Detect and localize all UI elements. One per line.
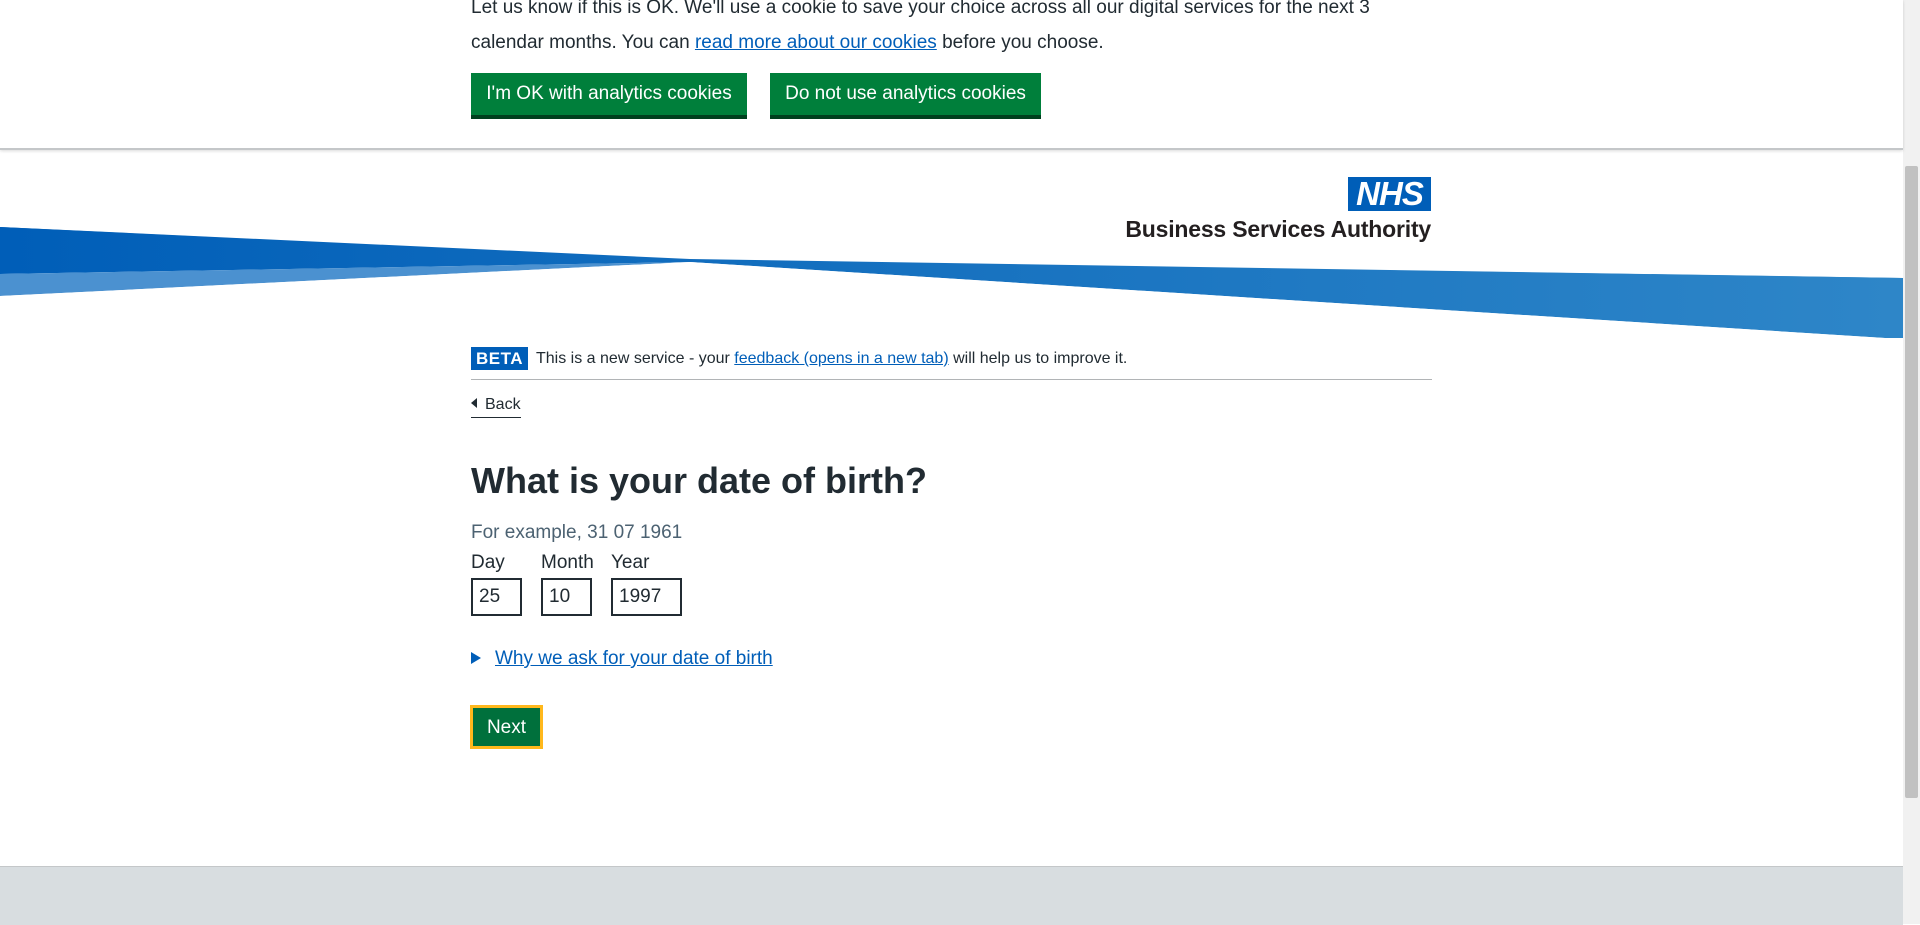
day-label: Day [471, 552, 505, 573]
cookie-banner-text: Let us know if this is OK. We'll use a c… [471, 0, 1411, 60]
year-label: Year [611, 552, 650, 573]
back-arrow-icon [471, 398, 477, 408]
beta-text-end: will help us to improve it. [948, 350, 1128, 367]
cookie-banner: Let us know if this is OK. We'll use a c… [0, 0, 1903, 150]
date-hint: For example, 31 07 1961 [471, 522, 683, 543]
year-input[interactable] [611, 578, 682, 616]
month-input[interactable] [541, 578, 592, 616]
nhs-logo-mark: NHS [1348, 177, 1431, 211]
back-link-label: Back [485, 396, 521, 413]
footer [0, 866, 1903, 925]
nhsbsa-logo[interactable]: NHS Business Services Authority [1125, 177, 1431, 247]
page-title: What is your date of birth? [471, 460, 927, 501]
feedback-link[interactable]: feedback (opens in a new tab) [734, 350, 948, 367]
header-swoosh [0, 226, 1903, 338]
vertical-scrollbar[interactable] [1903, 0, 1920, 924]
beta-banner: BETA This is a new service - your feedba… [471, 347, 1432, 380]
cookie-text-end: before you choose. [936, 32, 1104, 53]
accept-analytics-cookies-button[interactable]: I'm OK with analytics cookies [471, 73, 747, 115]
why-date-of-birth-details[interactable]: Why we ask for your date of birth [471, 646, 773, 672]
beta-tag: BETA [471, 347, 529, 370]
back-link[interactable]: Back [471, 394, 521, 418]
next-button[interactable]: Next [471, 706, 542, 748]
cookies-info-link[interactable]: read more about our cookies [695, 32, 937, 53]
scrollbar-thumb[interactable] [1905, 166, 1918, 798]
reject-analytics-cookies-button[interactable]: Do not use analytics cookies [770, 73, 1041, 115]
beta-text-start: This is a new service - your [536, 350, 735, 367]
organisation-name: Business Services Authority [1125, 216, 1431, 242]
month-label: Month [541, 552, 594, 573]
why-date-of-birth-summary[interactable]: Why we ask for your date of birth [495, 648, 773, 669]
beta-message: This is a new service - your feedback (o… [536, 347, 1127, 370]
day-input[interactable] [471, 578, 522, 616]
expand-triangle-icon [471, 652, 481, 664]
